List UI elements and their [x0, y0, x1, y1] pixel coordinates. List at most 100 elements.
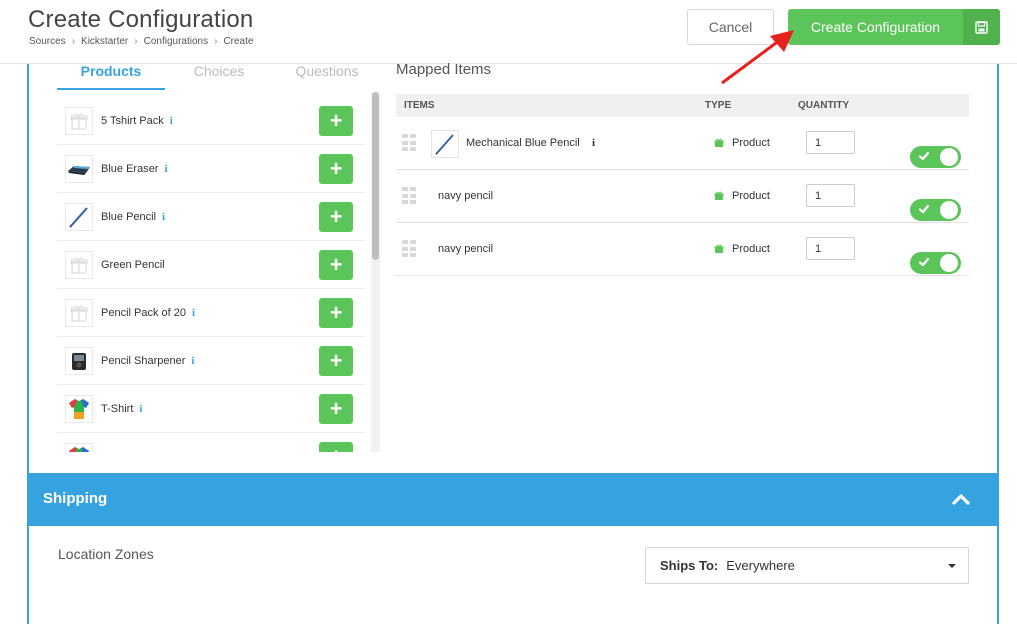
product-thumbnail [65, 394, 93, 423]
product-name: Blue Pencil [101, 210, 157, 223]
check-icon [918, 151, 930, 161]
save-icon [963, 9, 1000, 45]
info-icon[interactable]: i [162, 211, 165, 223]
drag-handle-icon[interactable] [402, 134, 416, 152]
enable-toggle[interactable] [910, 146, 961, 168]
breadcrumb-sources[interactable]: Sources [29, 36, 66, 47]
gift-icon [70, 256, 88, 274]
mapped-items-table: ITEMS TYPE QUANTITY Mechanical Blue Penc… [396, 94, 969, 276]
tab-products[interactable]: Products [57, 60, 165, 90]
ships-to-value: Everywhere [726, 558, 795, 573]
drag-handle-icon[interactable] [402, 187, 416, 205]
gift-icon [70, 304, 88, 322]
gift-icon [714, 191, 724, 200]
mapped-item-name: Mechanical Blue Pencil [466, 137, 580, 149]
caret-down-icon [948, 564, 956, 568]
product-row: Green Pencil + [57, 241, 365, 289]
enable-toggle[interactable] [910, 199, 961, 221]
info-icon[interactable]: i [592, 137, 595, 149]
product-thumbnail [65, 202, 93, 231]
chevron-up-icon[interactable] [951, 492, 971, 506]
product-list-scrollbar[interactable] [371, 92, 380, 452]
product-thumbnail [65, 298, 93, 327]
column-quantity: QUANTITY [798, 100, 850, 111]
product-row: 5 Tshirt Pack i + [57, 97, 365, 145]
item-thumbnail [431, 130, 459, 158]
product-row: Pencil Sharpener i + [57, 337, 365, 385]
product-list: 5 Tshirt Pack i + Blue Eraser i + Blue P… [57, 97, 365, 452]
info-icon[interactable]: i [139, 403, 142, 415]
mapped-item-name: navy pencil [438, 243, 494, 255]
breadcrumb-configurations[interactable]: Configurations [144, 36, 208, 47]
info-icon[interactable]: i [170, 115, 173, 127]
location-zones-label: Location Zones [58, 546, 154, 562]
breadcrumb-separator-icon: › [214, 36, 218, 47]
ships-to-select[interactable]: Ships To: Everywhere [645, 547, 969, 584]
breadcrumb-separator-icon: › [71, 36, 76, 47]
product-thumbnail [65, 106, 93, 135]
check-icon [918, 204, 930, 214]
product-row: Blue Eraser i + [57, 145, 365, 193]
column-type: TYPE [705, 100, 732, 111]
gift-icon [714, 244, 724, 253]
check-icon [918, 257, 930, 267]
breadcrumb-kickstarter[interactable]: Kickstarter [81, 36, 128, 47]
mapped-item-row: Mechanical Blue Pencil i Product [396, 117, 969, 170]
add-product-button[interactable]: + [319, 106, 353, 136]
breadcrumb-separator-icon: › [134, 36, 138, 47]
product-thumbnail [65, 250, 93, 279]
scrollbar-thumb[interactable] [372, 92, 379, 260]
add-product-button[interactable]: + [319, 394, 353, 424]
product-name: 5 Tshirt Pack [101, 114, 164, 127]
tab-choices[interactable]: Choices [165, 60, 273, 90]
quantity-input[interactable] [806, 131, 855, 154]
product-thumbnail [65, 442, 93, 452]
breadcrumb-create: Create [223, 36, 254, 47]
sharpener-icon [72, 352, 86, 370]
enable-toggle[interactable] [910, 252, 961, 274]
product-thumbnail [65, 346, 93, 375]
drag-handle-icon[interactable] [402, 240, 416, 258]
product-name: Pencil Sharpener [101, 354, 186, 367]
mapped-item-type: Product [714, 190, 770, 202]
eraser-icon [68, 165, 90, 175]
tshirt-icon [69, 446, 89, 452]
add-product-button[interactable]: + [319, 442, 353, 452]
add-product-button[interactable]: + [319, 154, 353, 184]
shipping-section-header[interactable]: Shipping [27, 473, 999, 526]
product-tabs: Products Choices Questions [57, 60, 381, 90]
info-icon[interactable]: i [164, 163, 167, 175]
tab-questions[interactable]: Questions [273, 60, 381, 90]
pencil-icon [69, 206, 88, 228]
product-row: T-Shirt i + [57, 433, 365, 452]
shipping-title: Shipping [43, 490, 108, 507]
add-product-button[interactable]: + [319, 298, 353, 328]
create-configuration-button[interactable]: Create Configuration [788, 9, 1000, 45]
gift-icon [70, 112, 88, 130]
pencil-icon [435, 134, 454, 155]
page-title: Create Configuration [28, 6, 254, 33]
product-name: Blue Eraser [101, 162, 159, 175]
type-label: Product [732, 243, 770, 255]
add-product-button[interactable]: + [319, 250, 353, 280]
product-name: Pencil Pack of 20 [101, 306, 186, 319]
product-name: T-Shirt [101, 402, 134, 415]
mapped-item-row: navy pencil Product [396, 223, 969, 276]
gift-icon [714, 138, 724, 147]
type-label: Product [732, 137, 770, 149]
column-items: ITEMS [404, 100, 435, 111]
add-product-button[interactable]: + [319, 346, 353, 376]
quantity-input[interactable] [806, 237, 855, 260]
info-icon[interactable]: i [139, 451, 142, 453]
quantity-input[interactable] [806, 184, 855, 207]
mapped-item-name: navy pencil [438, 190, 494, 202]
product-name: T-Shirt [101, 451, 133, 453]
info-icon[interactable]: i [191, 355, 194, 367]
mapped-item-row: navy pencil Product [396, 170, 969, 223]
page-header: Create Configuration Sources › Kickstart… [0, 0, 1017, 64]
ships-to-label: Ships To: [660, 558, 719, 573]
add-product-button[interactable]: + [319, 202, 353, 232]
mapped-items-title: Mapped Items [396, 61, 492, 78]
product-name: Green Pencil [101, 258, 165, 271]
info-icon[interactable]: i [192, 307, 195, 319]
